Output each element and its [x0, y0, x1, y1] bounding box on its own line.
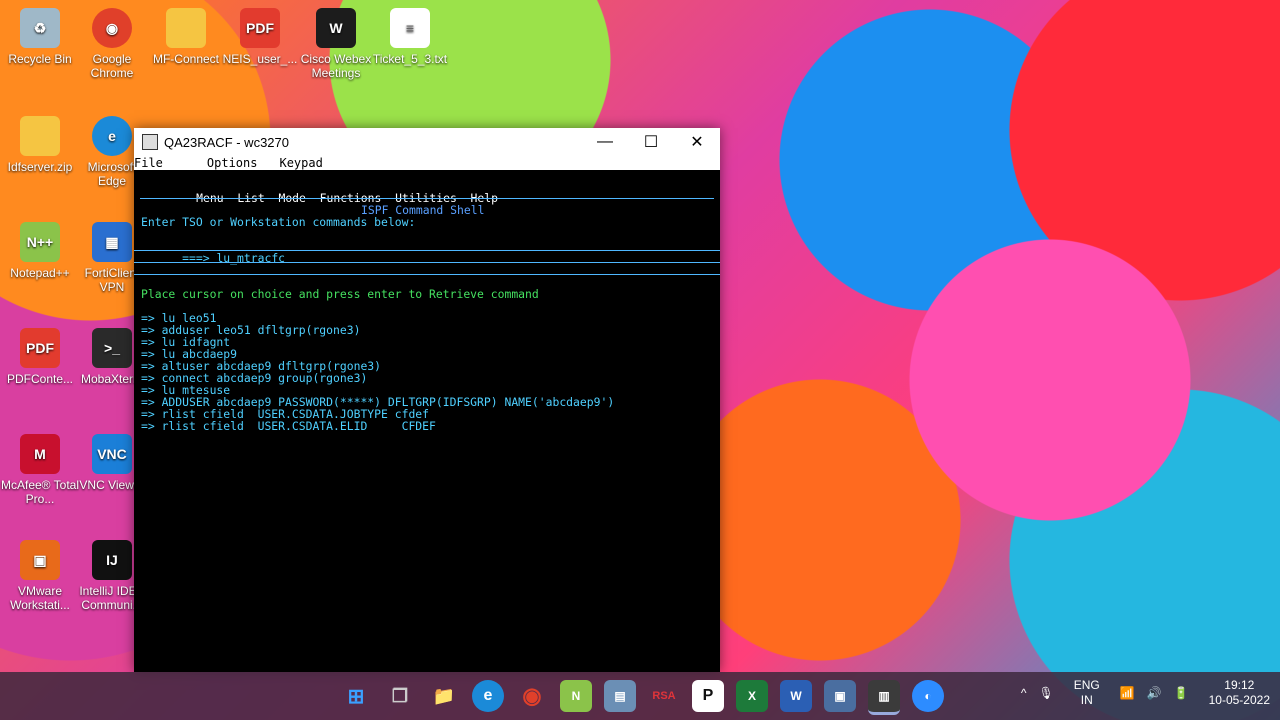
retrieve-instruction: Place cursor on choice and press enter t…	[141, 287, 539, 301]
wc3270-window[interactable]: QA23RACF - wc3270 — ☐ ✕ File Options Key…	[134, 128, 720, 672]
command-underline	[134, 250, 720, 251]
chrome-icon: ◉	[92, 8, 132, 48]
language-region: IN	[1080, 693, 1093, 707]
mcafee-icon: M	[20, 434, 60, 474]
excel-icon[interactable]: X	[736, 680, 768, 712]
clock-time: 19:12	[1224, 678, 1255, 692]
monitor-icon[interactable]: ▣	[824, 680, 856, 712]
desktop-icon-label: Recycle Bin	[8, 52, 72, 66]
separator-line-1	[134, 262, 720, 263]
menu-file[interactable]: File	[134, 156, 163, 170]
edge-icon[interactable]: e	[472, 680, 504, 712]
file-explorer-icon[interactable]: 📁	[428, 680, 460, 712]
command-line: ===> lu_mtracfc	[141, 240, 285, 276]
mobaxterm-icon: >_	[92, 328, 132, 368]
notepad-plus-plus-icon: N++	[20, 222, 60, 262]
taskbar-apps: ⊞ ❐ 📁 e ◉ N ▤ RSA P X W ▣ ▥ ◐	[340, 680, 944, 715]
menu-options[interactable]: Options	[207, 156, 258, 170]
window-titlebar[interactable]: QA23RACF - wc3270 — ☐ ✕	[134, 128, 720, 156]
language-code: ENG	[1073, 678, 1100, 692]
desktop-icon-pdfcontent[interactable]: PDF PDFConte...	[0, 328, 80, 386]
word-icon[interactable]: W	[780, 680, 812, 712]
desktop-icon-label: Google Chrome	[90, 52, 134, 80]
desktop-icon-notepad-plus-plus[interactable]: N++ Notepad++	[0, 222, 80, 280]
desktop-icon-label: McAfee® Total Pro...	[1, 478, 79, 506]
desktop-icon-mf-connect[interactable]: MF-Connect	[146, 8, 226, 66]
wifi-icon[interactable]: 📶	[1120, 686, 1135, 701]
zip-folder-icon	[20, 116, 60, 156]
desktop-icon-vmware[interactable]: ▣ VMware Workstati...	[0, 540, 80, 612]
desktop-icon-chrome[interactable]: ◉ Google Chrome	[72, 8, 152, 80]
history-item[interactable]: => rlist cfield USER.CSDATA.ELID CFDEF	[141, 420, 436, 432]
notepad-plus-plus-icon[interactable]: N	[560, 680, 592, 712]
desktop-icon-label: PDFConte...	[6, 372, 74, 386]
clock-date: 10-05-2022	[1208, 693, 1270, 707]
menu-keypad[interactable]: Keypad	[279, 156, 322, 170]
zoom-icon[interactable]: ◐	[912, 680, 944, 712]
chrome-icon[interactable]: ◉	[516, 680, 548, 712]
desktop-icon-label: Ticket_5_3.txt	[372, 52, 448, 66]
minimize-button[interactable]: —	[582, 128, 628, 156]
task-view-icon[interactable]: ❐	[384, 680, 416, 712]
prompt-text: Enter TSO or Workstation commands below:	[141, 215, 416, 229]
desktop-icon-label: MF-Connect	[152, 52, 220, 66]
desktop-icon-label: VMware Workstati...	[10, 584, 70, 612]
system-tray: ^ 🎙 ENG IN 📶 🔊 🔋 19:12 10-05-2022	[1009, 678, 1270, 708]
language-indicator[interactable]: ENG IN	[1074, 678, 1100, 708]
desktop-icon-label: Idfserver.zip	[7, 160, 73, 174]
pdf-icon: PDF	[240, 8, 280, 48]
vnc-icon: VNC	[92, 434, 132, 474]
volume-icon[interactable]: 🔊	[1147, 686, 1162, 701]
desktop-icon-neis-user[interactable]: PDF NEIS_user_...	[220, 8, 300, 66]
desktop-icon-mcafee[interactable]: M McAfee® Total Pro...	[0, 434, 80, 506]
pdf-icon: PDF	[20, 328, 60, 368]
battery-icon[interactable]: 🔋	[1174, 686, 1189, 701]
folder-icon	[166, 8, 206, 48]
wc3270-icon[interactable]: ▥	[868, 680, 900, 715]
document-icon[interactable]: ▤	[604, 680, 636, 712]
desktop-icon-label: Notepad++	[10, 266, 70, 280]
wc3270-app-icon	[142, 134, 158, 150]
taskbar: ⊞ ❐ 📁 e ◉ N ▤ RSA P X W ▣ ▥ ◐ ^ 🎙 ENG IN…	[0, 672, 1280, 720]
tray-chevron-icon[interactable]: ^	[1021, 686, 1027, 701]
desktop-icon-recycle-bin[interactable]: ♻ Recycle Bin	[0, 8, 80, 66]
vmware-icon: ▣	[20, 540, 60, 580]
separator-line-2	[134, 274, 720, 275]
window-title: QA23RACF - wc3270	[164, 134, 289, 150]
close-button[interactable]: ✕	[674, 128, 720, 156]
action-bar-divider	[140, 198, 714, 199]
desktop-icon-label: Cisco Webex Meetings	[300, 52, 372, 80]
terminal-screen[interactable]: Menu List Mode Functions Utilities Help …	[134, 170, 720, 672]
text-file-icon: ≡	[390, 8, 430, 48]
rsa-icon[interactable]: RSA	[648, 680, 680, 712]
microphone-icon[interactable]: 🎙	[1039, 686, 1054, 701]
clock[interactable]: 19:12 10-05-2022	[1209, 678, 1270, 708]
pass-icon[interactable]: P	[692, 680, 724, 712]
forticlient-icon: ▦	[92, 222, 132, 262]
window-menubar: File Options Keypad	[134, 156, 720, 170]
maximize-button[interactable]: ☐	[628, 128, 674, 156]
desktop-icon-label: NEIS_user_...	[222, 52, 298, 66]
desktop-icon-webex[interactable]: W Cisco Webex Meetings	[296, 8, 376, 80]
edge-icon: e	[92, 116, 132, 156]
recycle-bin-icon: ♻	[20, 8, 60, 48]
desktop-icon-ticket[interactable]: ≡ Ticket_5_3.txt	[370, 8, 450, 66]
desktop-icon-idfserver-zip[interactable]: Idfserver.zip	[0, 116, 80, 174]
webex-icon: W	[316, 8, 356, 48]
start-icon[interactable]: ⊞	[340, 680, 372, 712]
intellij-icon: IJ	[92, 540, 132, 580]
